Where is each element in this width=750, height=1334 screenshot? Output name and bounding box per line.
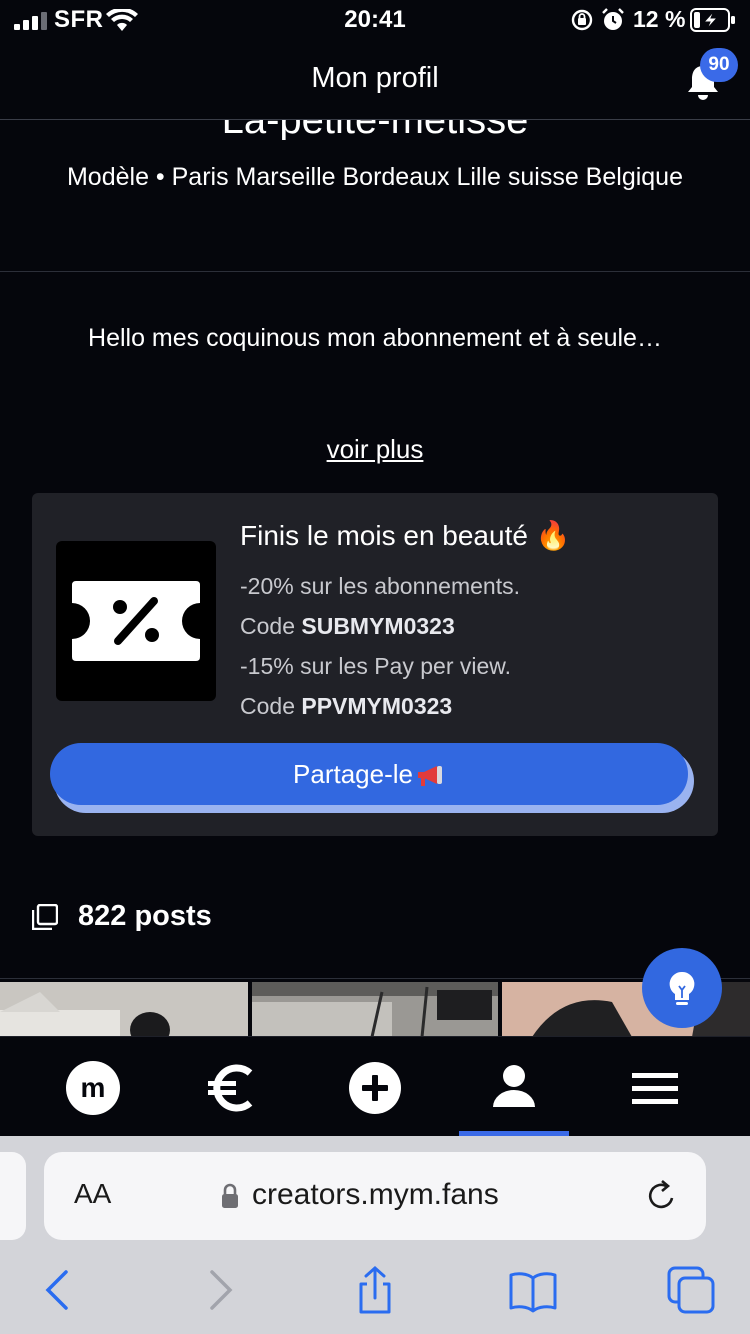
promo-code-line-2: Code PPVMYM0323 — [240, 686, 700, 726]
user-icon — [493, 1065, 535, 1107]
promo-thumbnail — [56, 541, 216, 701]
mym-logo-icon: m — [66, 1061, 120, 1115]
code-prefix: Code — [240, 613, 302, 639]
lock-icon — [222, 1183, 238, 1208]
profile-name: La-petite-métisse — [0, 120, 750, 140]
reload-icon[interactable] — [644, 1178, 680, 1214]
code-prefix: Code — [240, 693, 302, 719]
reader-settings-button[interactable]: AA — [74, 1178, 111, 1210]
profile-bio: Hello mes coquinous mon abonnement et à … — [88, 324, 662, 352]
profile-name-clip: La-petite-métisse — [0, 120, 750, 140]
battery-charging-icon — [690, 8, 735, 32]
forward-arrow-icon[interactable] — [194, 1264, 246, 1316]
nav-create[interactable] — [320, 1037, 430, 1137]
hamburger-menu-icon — [632, 1073, 678, 1104]
bookmarks-icon[interactable] — [507, 1264, 559, 1316]
rotation-lock-icon — [571, 9, 593, 31]
megaphone-icon — [417, 766, 442, 787]
tabs-icon[interactable] — [665, 1264, 717, 1316]
nav-menu[interactable] — [600, 1037, 710, 1137]
plus-circle-icon — [349, 1062, 401, 1114]
logo-letter: m — [81, 1072, 106, 1103]
battery-percent: 12 % — [633, 6, 686, 32]
previous-tab-preview[interactable] — [0, 1152, 26, 1240]
nav-home[interactable]: m — [38, 1037, 148, 1137]
promo-code-2: PPVMYM0323 — [301, 693, 453, 719]
euro-icon — [208, 1064, 253, 1112]
status-bar: SFR 20:41 12 % — [0, 0, 750, 40]
posts-stack-icon — [32, 904, 58, 930]
post-thumbnail[interactable] — [0, 982, 248, 1037]
share-icon[interactable] — [349, 1264, 401, 1316]
promo-code-1: SUBMYM0323 — [301, 613, 455, 639]
app-header: Mon profil 90 — [0, 40, 750, 120]
post-grid — [0, 978, 750, 1037]
share-button-label: Partage-le — [293, 759, 413, 789]
promo-text: Finis le mois en beauté 🔥 -20% sur les a… — [240, 519, 700, 726]
nav-earnings[interactable] — [176, 1037, 286, 1137]
share-button[interactable]: Partage-le — [50, 743, 688, 805]
address-bar[interactable]: AA creators.mym.fans — [44, 1152, 706, 1240]
lightbulb-icon — [669, 971, 695, 1005]
see-more-label[interactable]: voir plus — [327, 434, 424, 464]
discount-ticket-icon — [72, 581, 200, 661]
promo-title: Finis le mois en beauté 🔥 — [240, 520, 571, 551]
notification-badge: 90 — [700, 48, 738, 82]
see-more-link[interactable]: voir plus — [0, 434, 750, 465]
browser-toolbar: AA creators.mym.fans — [0, 1136, 750, 1334]
url-text: creators.mym.fans — [252, 1178, 499, 1211]
profile-profession: Modèle • Paris Marseille Bordeaux Lille … — [66, 163, 683, 191]
promo-line-2: -15% sur les Pay per view. — [240, 653, 512, 679]
nav-profile[interactable] — [459, 1037, 569, 1137]
promo-code-line-1: Code SUBMYM0323 — [240, 606, 700, 646]
divider — [0, 271, 750, 272]
app-bottom-nav: m — [0, 1036, 750, 1137]
page-title: Mon profil — [311, 62, 439, 94]
back-arrow-icon[interactable] — [32, 1264, 84, 1316]
tips-fab-button[interactable] — [642, 948, 722, 1028]
promo-card: Finis le mois en beauté 🔥 -20% sur les a… — [32, 493, 718, 836]
promo-line-1: -20% sur les abonnements. — [240, 573, 520, 599]
alarm-icon — [602, 8, 624, 30]
post-thumbnail[interactable] — [252, 982, 498, 1037]
posts-count-label: 822 posts — [78, 900, 212, 932]
